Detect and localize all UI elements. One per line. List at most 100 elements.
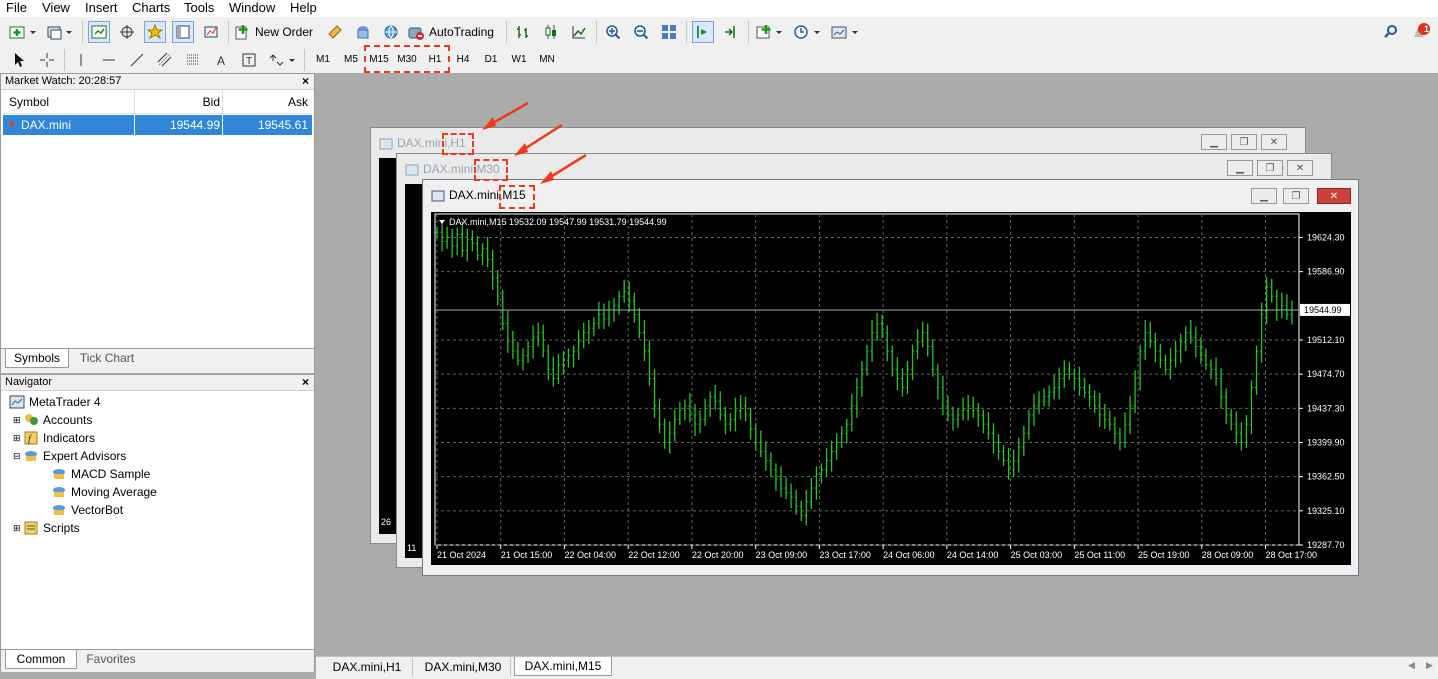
crosshair-tool-button[interactable]	[36, 49, 58, 71]
chart-shift-icon	[725, 26, 735, 38]
scroll-left-icon[interactable]: ◀	[1408, 660, 1415, 671]
fibonacci-button[interactable]	[182, 49, 204, 71]
new-order-button[interactable]: New Order	[234, 21, 318, 43]
equidistant-channel-button[interactable]	[154, 49, 176, 71]
tab-common[interactable]: Common	[5, 650, 77, 669]
period-m1-button[interactable]: M1	[310, 50, 336, 70]
tab-favorites[interactable]: Favorites	[77, 650, 145, 668]
menu-view[interactable]: View	[42, 0, 70, 17]
y-tick-label: 19512.10	[1307, 335, 1345, 345]
periods-menu-button[interactable]	[792, 21, 824, 43]
tree-item-vectorbot[interactable]: VectorBot	[51, 501, 123, 519]
tab-dax-m15[interactable]: DAX.mini,M15	[514, 657, 612, 676]
signals-button[interactable]	[352, 21, 374, 43]
price-chart-m15[interactable]: 19624.30 19586.90 19512.10 19474.70 19437.30…	[431, 212, 1351, 565]
tab-tick-chart[interactable]: Tick Chart	[71, 349, 143, 367]
close-icon[interactable]: ×	[302, 375, 309, 390]
table-row[interactable]: DAX.mini 19544.99 19545.61	[3, 115, 312, 135]
indicators-menu-button[interactable]	[754, 21, 786, 43]
trendline-button[interactable]	[126, 49, 148, 71]
close-icon[interactable]: ×	[302, 74, 309, 89]
minimize-button[interactable]: ▁	[1251, 188, 1277, 204]
close-button[interactable]: ✕	[1261, 134, 1287, 150]
toolbar-separator	[506, 21, 507, 43]
menu-help[interactable]: Help	[290, 0, 317, 17]
x-tick-label: 25 Oct 03:00	[1011, 550, 1063, 560]
metaeditor-icon	[328, 25, 342, 39]
collapse-icon[interactable]: ⊟	[13, 447, 23, 465]
horizontal-line-button[interactable]	[98, 49, 120, 71]
period-m5-button[interactable]: M5	[338, 50, 364, 70]
column-header-bid[interactable]: Bid	[203, 95, 220, 109]
column-header-ask[interactable]: Ask	[288, 95, 308, 109]
chart-shift-button[interactable]	[720, 21, 742, 43]
menu-tools[interactable]: Tools	[184, 0, 214, 17]
vertical-line-button[interactable]	[70, 49, 92, 71]
data-window-button[interactable]	[116, 21, 138, 43]
strategy-tester-button[interactable]	[200, 21, 222, 43]
y-tick-label: 19586.90	[1307, 267, 1345, 277]
search-button[interactable]	[1380, 21, 1402, 43]
tab-dax-m30[interactable]: DAX.mini,M30	[416, 658, 511, 676]
zoom-out-button[interactable]	[630, 21, 652, 43]
minimize-button[interactable]: ▁	[1227, 160, 1253, 176]
chart-window-m15[interactable]: DAX.mini,M15 ▁ ❐ ✕ 19624.30 19586.90 19512…	[422, 179, 1359, 576]
maximize-button[interactable]: ❐	[1231, 134, 1257, 150]
terminal-toggle-button[interactable]	[172, 21, 194, 43]
close-button[interactable]: ✕	[1287, 160, 1313, 176]
scroll-right-icon[interactable]: ▶	[1426, 660, 1433, 671]
community-button[interactable]	[380, 21, 402, 43]
navigator-toggle-button[interactable]	[144, 21, 166, 43]
tab-symbols[interactable]: Symbols	[5, 349, 69, 368]
menu-charts[interactable]: Charts	[132, 0, 170, 17]
maximize-button[interactable]: ❐	[1257, 160, 1283, 176]
period-d1-button[interactable]: D1	[478, 50, 504, 70]
period-w1-button[interactable]: W1	[506, 50, 532, 70]
expand-icon[interactable]: ⊞	[13, 429, 23, 447]
cursor-tool-button[interactable]	[8, 49, 30, 71]
text-tool-button[interactable]: A	[210, 49, 232, 71]
period-h4-button[interactable]: H4	[450, 50, 476, 70]
bar-chart-button[interactable]	[512, 21, 534, 43]
tree-item-macd-sample[interactable]: MACD Sample	[51, 465, 150, 483]
tree-item-expert-advisors[interactable]: ⊟ Expert Advisors	[13, 447, 126, 465]
x-tick-label: 23 Oct 09:00	[756, 550, 808, 560]
x-tick-label: 28 Oct 09:00	[1202, 550, 1254, 560]
minimize-button[interactable]: ▁	[1201, 134, 1227, 150]
chart-autoscroll-button[interactable]	[692, 21, 714, 43]
autotrading-button[interactable]: AutoTrading	[406, 21, 500, 43]
tree-item-moving-average[interactable]: Moving Average	[51, 483, 157, 501]
column-header-symbol[interactable]: Symbol	[9, 95, 49, 109]
accounts-icon	[25, 414, 38, 425]
tile-windows-button[interactable]	[658, 21, 680, 43]
profiles-button[interactable]	[44, 21, 76, 43]
new-chart-button[interactable]	[6, 21, 40, 43]
notifications-button[interactable]: 1	[1408, 21, 1432, 43]
period-mn-button[interactable]: MN	[534, 50, 560, 70]
tab-dax-h1[interactable]: DAX.mini,H1	[322, 658, 413, 676]
expand-icon[interactable]: ⊞	[13, 411, 23, 429]
tree-item-accounts[interactable]: ⊞ Accounts	[13, 411, 92, 429]
tree-item-root[interactable]: MetaTrader 4	[9, 393, 101, 411]
line-chart-icon	[572, 26, 586, 39]
menu-file[interactable]: File	[6, 0, 27, 17]
templates-menu-button[interactable]	[828, 21, 862, 43]
expert-icon	[53, 469, 65, 479]
text-label-button[interactable]: T	[238, 49, 260, 71]
maximize-button[interactable]: ❐	[1283, 188, 1309, 204]
tree-item-indicators[interactable]: ⊞ f Indicators	[13, 429, 95, 447]
zoom-in-button[interactable]	[602, 21, 624, 43]
expand-icon[interactable]: ⊞	[13, 519, 23, 537]
tree-item-scripts[interactable]: ⊞ Scripts	[13, 519, 80, 537]
menu-insert[interactable]: Insert	[85, 0, 118, 17]
metaeditor-button[interactable]	[324, 21, 346, 43]
y-tick-label: 19624.30	[1307, 232, 1345, 242]
menu-window[interactable]: Window	[229, 0, 275, 17]
candlestick-button[interactable]	[540, 21, 562, 43]
templates-icon	[831, 26, 858, 39]
profiles-icon	[47, 26, 72, 40]
arrows-menu-button[interactable]	[266, 49, 298, 71]
close-button[interactable]: ✕	[1317, 188, 1351, 204]
market-watch-toggle-button[interactable]	[88, 21, 110, 43]
line-chart-button[interactable]	[568, 21, 590, 43]
